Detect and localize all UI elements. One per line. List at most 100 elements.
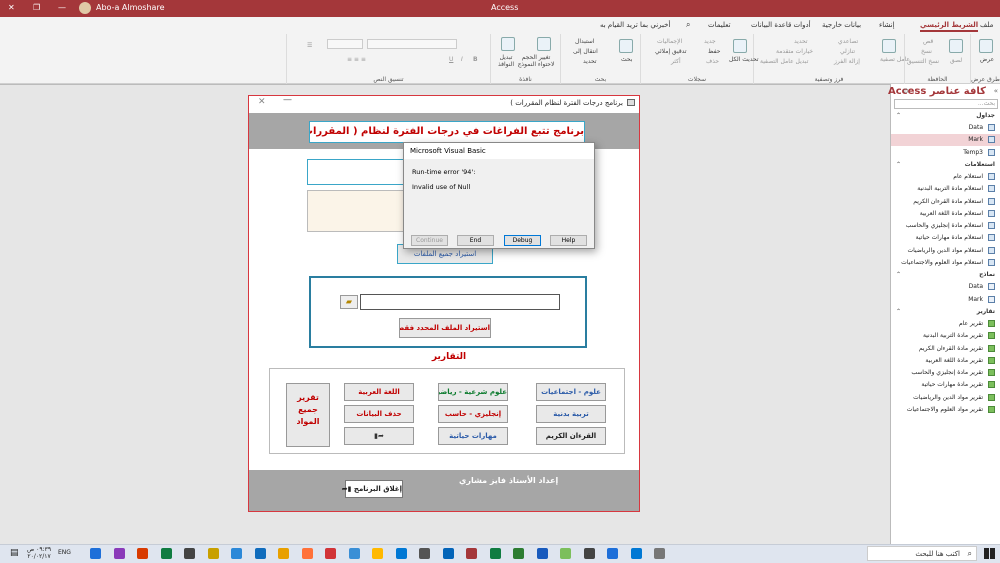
nav-item[interactable]: تقرير مادة التربية البدنية: [891, 330, 1000, 342]
refresh-all-button[interactable]: تحديث الكل: [729, 56, 759, 63]
exit-icon-button[interactable]: ➦▮: [344, 427, 414, 445]
end-button[interactable]: End: [457, 235, 494, 246]
report-arabic-button[interactable]: اللغة العربية: [344, 383, 414, 401]
close-program-button[interactable]: إغلاق البرنامج ▮➦: [342, 480, 403, 498]
form-minimize-icon[interactable]: —: [283, 95, 292, 105]
nav-item[interactable]: تقرير مادة القرءان الكريم: [891, 343, 1000, 355]
taskbar-app-icon[interactable]: [489, 548, 501, 559]
advanced-button[interactable]: خيارات متقدمة: [776, 48, 813, 55]
nav-item[interactable]: استعلام عام: [891, 171, 1000, 183]
import-selected-button[interactable]: استيراد الملف المحدد فقط: [399, 318, 491, 338]
tab-home[interactable]: الشريط الرئيسي: [920, 21, 979, 32]
nav-section-header[interactable]: نماذج ⌃: [891, 269, 1000, 281]
taskbar-search-input[interactable]: اكتب هنا للبحث ⌕: [867, 546, 977, 561]
user-name[interactable]: Abo-a Almoshare: [96, 3, 164, 12]
view-button[interactable]: عرض: [980, 56, 994, 63]
find-button[interactable]: بحث: [621, 56, 632, 63]
nav-item[interactable]: استعلام مواد العلوم والاجتماعيات: [891, 257, 1000, 269]
nav-item[interactable]: Mark: [891, 294, 1000, 306]
taskbar-app-icon[interactable]: [137, 548, 148, 559]
view-icon[interactable]: [979, 39, 993, 53]
list-icon[interactable]: ☰: [307, 42, 312, 49]
nav-item[interactable]: Data: [891, 122, 1000, 134]
nav-section-header[interactable]: جداول ⌃: [891, 110, 1000, 122]
form-close-icon[interactable]: ✕: [258, 97, 266, 107]
report-life-skills-button[interactable]: مهارات حياتية: [438, 427, 508, 445]
font-size-dropdown[interactable]: [327, 39, 363, 49]
new-record-button[interactable]: جديد: [704, 38, 716, 45]
italic-icon[interactable]: I: [461, 56, 463, 63]
taskbar-app-icon[interactable]: [325, 548, 336, 559]
file-path-input[interactable]: [360, 294, 560, 310]
paste-icon[interactable]: [949, 39, 963, 53]
taskbar-app-icon[interactable]: [654, 548, 665, 559]
report-all-subjects-button[interactable]: تقرير جميع المواد: [286, 383, 330, 447]
remove-sort-button[interactable]: إزالة الفرز: [834, 58, 860, 65]
underline-icon[interactable]: U: [449, 56, 453, 63]
taskbar-app-icon[interactable]: [278, 548, 289, 559]
taskbar-app-icon[interactable]: [630, 548, 642, 559]
save-record-button[interactable]: حفظ: [708, 48, 720, 55]
window-close-icon[interactable]: ✕: [8, 3, 15, 12]
tab-create[interactable]: إنشاء: [879, 21, 895, 29]
replace-button[interactable]: استبدال: [575, 38, 595, 45]
cut-button[interactable]: قص: [923, 38, 933, 45]
align-icon[interactable]: ≡ ≡ ≡: [347, 56, 366, 63]
filter-button[interactable]: عامل تصفية: [880, 56, 910, 63]
report-social-button[interactable]: علوم - اجتماعيات: [536, 383, 606, 401]
taskbar-app-icon[interactable]: [207, 548, 219, 559]
taskbar-app-icon[interactable]: [184, 548, 195, 559]
taskbar-app-icon[interactable]: [301, 548, 313, 559]
spelling-button[interactable]: تدقيق إملائي: [655, 48, 687, 55]
tell-me-search[interactable]: أخبرني بما تريد القيام به: [600, 21, 670, 29]
font-name-dropdown[interactable]: [367, 39, 457, 49]
nav-item[interactable]: استعلام مواد الدين والرياضيات: [891, 245, 1000, 257]
nav-item[interactable]: تقرير مادة إنجليزي والحاسب: [891, 367, 1000, 379]
taskbar-app-icon[interactable]: [513, 548, 524, 559]
nav-section-header[interactable]: استعلامات ⌃: [891, 159, 1000, 171]
user-avatar[interactable]: [79, 2, 91, 14]
size-to-fit-icon[interactable]: [537, 37, 551, 51]
help-button[interactable]: Help: [550, 235, 587, 246]
nav-item[interactable]: Temp3: [891, 147, 1000, 159]
nav-section-header[interactable]: تقارير ⌃: [891, 306, 1000, 318]
nav-item[interactable]: تقرير عام: [891, 318, 1000, 330]
taskbar-app-icon[interactable]: [607, 548, 618, 559]
taskbar-app-icon[interactable]: [442, 548, 454, 559]
language-indicator[interactable]: ENG: [58, 549, 71, 556]
debug-button[interactable]: Debug: [504, 235, 541, 246]
report-religion-math-button[interactable]: علوم شرعية - رياضيات: [438, 383, 508, 401]
nav-item[interactable]: استعلام مادة إنجليزي والحاسب: [891, 220, 1000, 232]
nav-item[interactable]: Data: [891, 281, 1000, 293]
nav-dropdown-icon[interactable]: ⊙: [903, 87, 909, 95]
nav-search-input[interactable]: بحث...: [894, 99, 998, 109]
format-painter-button[interactable]: نسخ التنسيق: [907, 58, 939, 65]
report-quran-button[interactable]: القرءان الكريم: [536, 427, 606, 445]
report-eng-comp-button[interactable]: إنجليزي - حاسب: [438, 405, 508, 423]
taskbar-app-icon[interactable]: [254, 548, 266, 559]
taskbar-app-icon[interactable]: [536, 548, 548, 559]
nav-item[interactable]: استعلام مادة مهارات حياتية: [891, 232, 1000, 244]
continue-button[interactable]: Continue: [411, 235, 448, 246]
report-pe-button[interactable]: تربية بدنية: [536, 405, 606, 423]
copy-button[interactable]: نسخ: [921, 48, 932, 55]
tab-help[interactable]: تعليمات: [708, 21, 731, 29]
nav-item[interactable]: استعلام مادة اللغة العربية: [891, 208, 1000, 220]
find-icon[interactable]: [619, 39, 633, 53]
size-to-fit-button[interactable]: تغيير الحجم لاحتواء النموذج: [513, 54, 559, 68]
switch-windows-button[interactable]: تبديل النوافذ: [495, 54, 517, 68]
nav-item[interactable]: استعلام مادة التربية البدنية: [891, 183, 1000, 195]
taskbar-app-icon[interactable]: [395, 548, 407, 559]
window-minimize-icon[interactable]: —: [58, 3, 66, 12]
descending-button[interactable]: تنازلي: [840, 48, 855, 55]
nav-item[interactable]: تقرير مادة اللغة العربية: [891, 355, 1000, 367]
toggle-filter-button[interactable]: تبديل عامل التصفية: [760, 58, 808, 65]
filter-icon[interactable]: [882, 39, 896, 53]
taskbar-app-icon[interactable]: [419, 548, 430, 559]
totals-button[interactable]: الإجماليات: [657, 38, 682, 45]
paste-button[interactable]: لصق: [950, 57, 962, 64]
delete-data-button[interactable]: حذف البيانات: [344, 405, 414, 423]
nav-item[interactable]: استعلام مادة القرءان الكريم: [891, 196, 1000, 208]
nav-item[interactable]: Mark: [891, 134, 1000, 147]
select-button[interactable]: تحديد: [583, 58, 597, 65]
